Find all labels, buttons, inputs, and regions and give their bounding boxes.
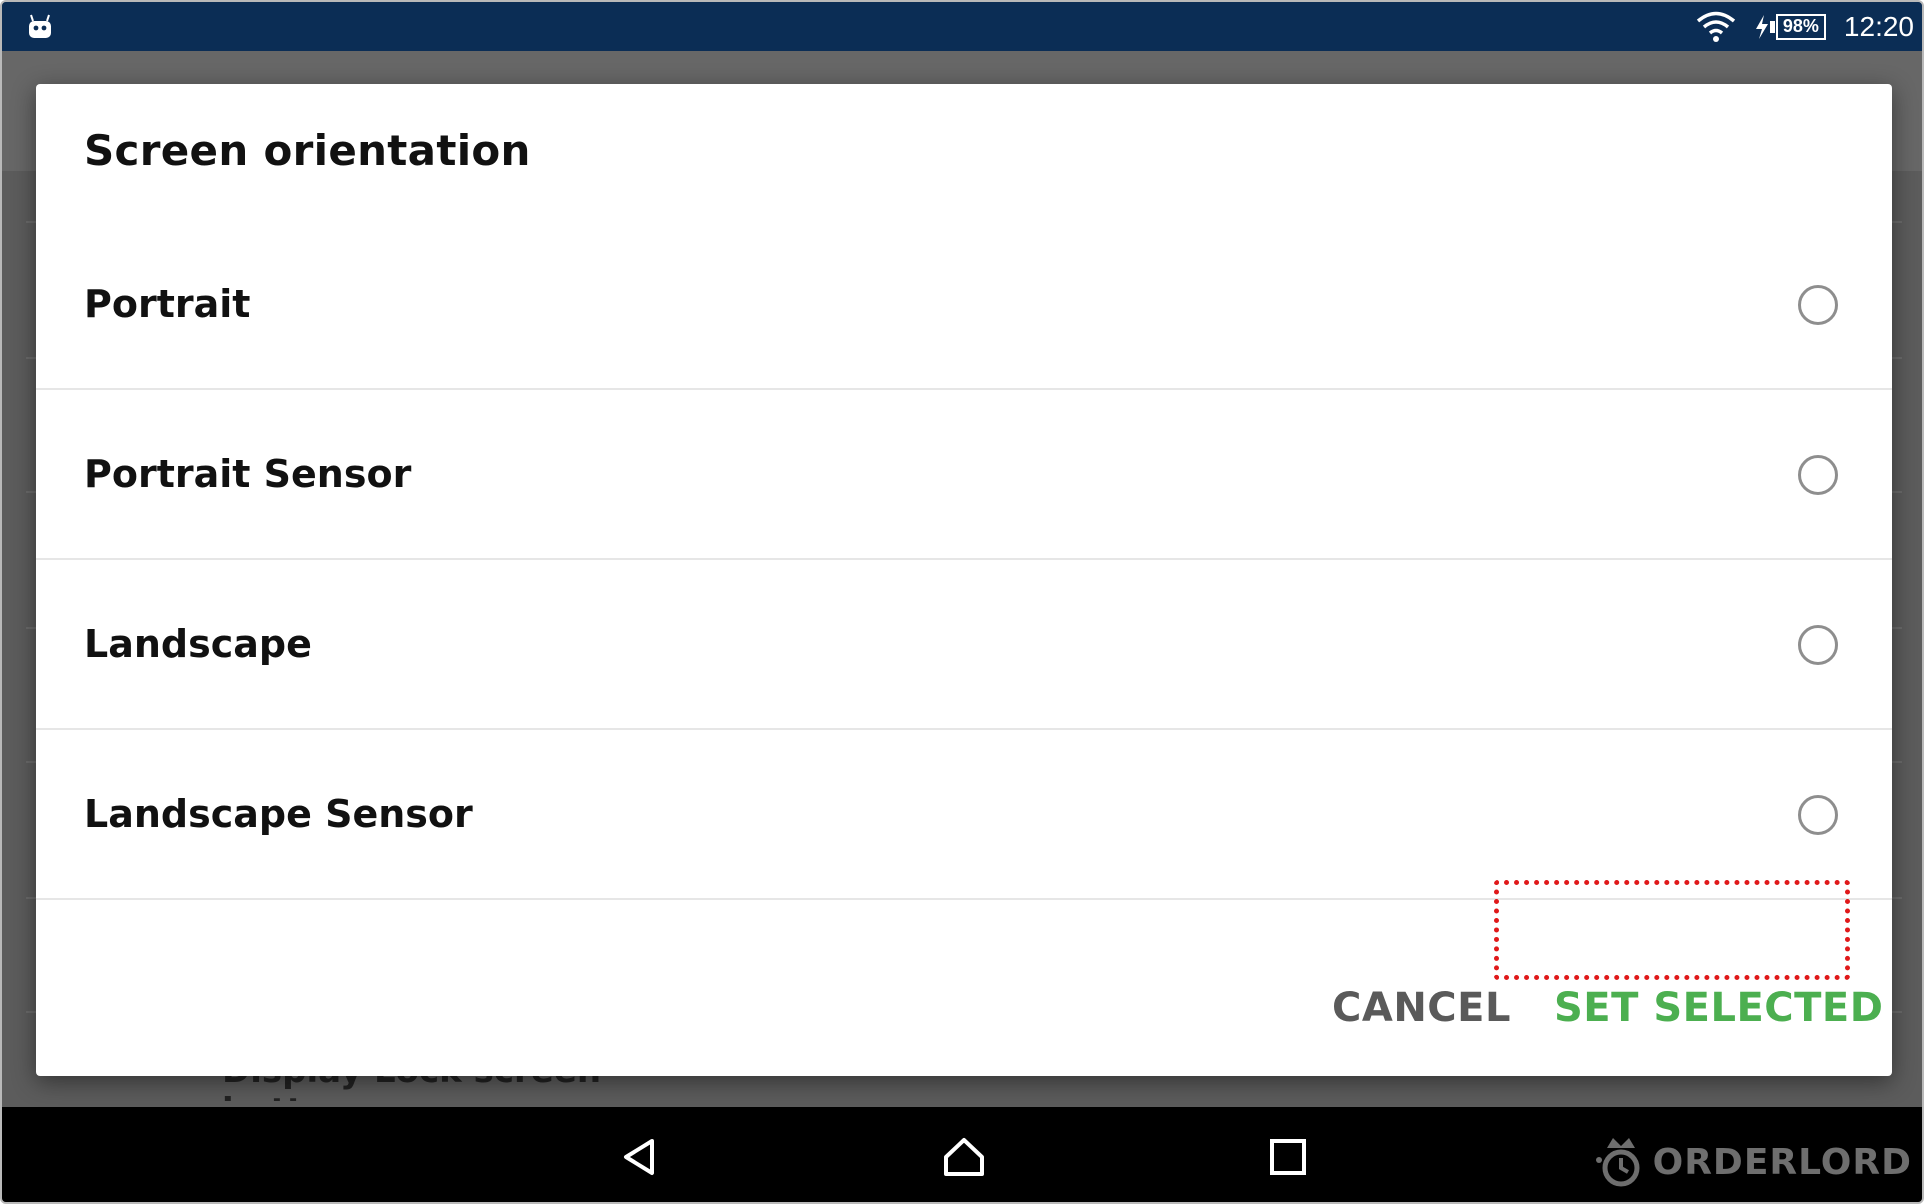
cancel-button[interactable]: CANCEL <box>1332 978 1511 1038</box>
back-icon[interactable] <box>618 1135 662 1179</box>
option-portrait[interactable]: Portrait <box>36 220 1892 390</box>
battery-indicator: 98% <box>1754 13 1826 40</box>
charging-bolt-icon <box>1755 14 1768 39</box>
option-label: Portrait Sensor <box>84 452 412 496</box>
battery-percent: 98% <box>1775 13 1826 40</box>
radio-button[interactable] <box>1798 795 1838 835</box>
navigation-bar: ORDERLORD <box>2 1107 1922 1202</box>
android-robot-icon <box>29 14 51 38</box>
watermark-text: ORDERLORD <box>1652 1141 1912 1183</box>
option-label: Landscape Sensor <box>84 792 473 836</box>
status-icons: 98% 12:20 <box>1696 2 1914 51</box>
device-screen: 98% 12:20 Display Lock screen button Scr… <box>0 0 1924 1204</box>
orderlord-watermark: ORDERLORD <box>1591 1137 1912 1187</box>
radio-button[interactable] <box>1798 455 1838 495</box>
crown-clock-icon <box>1595 1138 1640 1187</box>
home-icon[interactable] <box>942 1135 986 1179</box>
option-label: Portrait <box>84 282 251 326</box>
battery-icon <box>1769 20 1775 33</box>
highlight-annotation <box>1494 880 1850 980</box>
clock: 12:20 <box>1843 10 1914 42</box>
radio-button[interactable] <box>1798 285 1838 325</box>
option-label: Landscape <box>84 622 312 666</box>
wifi-icon <box>1696 11 1736 42</box>
option-landscape-sensor[interactable]: Landscape Sensor <box>36 730 1892 900</box>
radio-button[interactable] <box>1798 625 1838 665</box>
dialog-title: Screen orientation <box>84 126 531 175</box>
orientation-options: Portrait Portrait Sensor Landscape Lands… <box>36 220 1892 900</box>
option-landscape[interactable]: Landscape <box>36 560 1892 730</box>
set-selected-button[interactable]: SET SELECTED <box>1554 978 1883 1038</box>
status-bar: 98% 12:20 <box>2 2 1922 51</box>
recents-icon[interactable] <box>1266 1135 1310 1179</box>
option-portrait-sensor[interactable]: Portrait Sensor <box>36 390 1892 560</box>
